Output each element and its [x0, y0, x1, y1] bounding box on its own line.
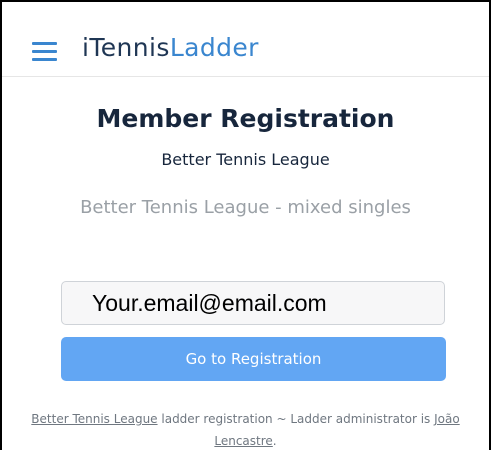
page-title: Member Registration — [96, 104, 395, 133]
page-subtitle: Better Tennis League — [161, 150, 330, 169]
go-to-registration-button[interactable]: Go to Registration — [61, 337, 446, 381]
footer-middle-text: ladder registration ~ Ladder administrat… — [157, 412, 435, 426]
brand-logo[interactable]: iTennisLadder — [82, 32, 259, 64]
footer-end-text: . — [272, 434, 277, 448]
ladder-description: Better Tennis League - mixed singles — [80, 197, 411, 218]
brand-text-itennis: iTennis — [82, 33, 170, 62]
footer-text: Better Tennis League ladder registration… — [0, 408, 491, 452]
league-link[interactable]: Better Tennis League — [31, 412, 157, 426]
brand-text-ladder: Ladder — [169, 33, 259, 62]
app-header: iTennisLadder — [2, 2, 489, 77]
hamburger-menu-icon[interactable] — [32, 42, 57, 61]
email-input[interactable] — [61, 281, 445, 325]
